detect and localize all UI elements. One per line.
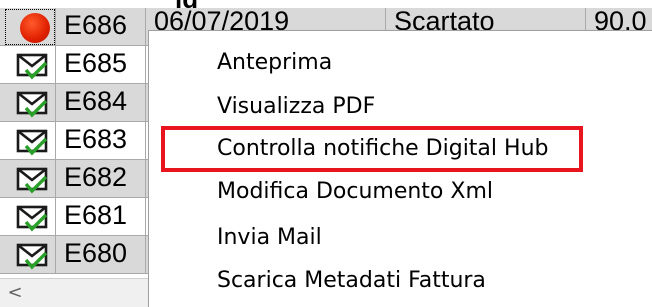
id-cell[interactable]: E685 bbox=[56, 46, 146, 84]
context-menu: Anteprima Visualizza PDF Controlla notif… bbox=[148, 30, 652, 307]
id-cell[interactable]: E680 bbox=[56, 236, 146, 274]
envelope-check-icon bbox=[16, 243, 48, 270]
envelope-check-icon bbox=[16, 167, 48, 194]
envelope-check-icon bbox=[16, 53, 48, 80]
document-id: E680 bbox=[64, 238, 128, 268]
menu-item-invia-mail[interactable]: Invia Mail bbox=[149, 220, 629, 256]
scroll-left-arrow-icon[interactable]: < bbox=[2, 281, 28, 305]
document-id: E686 bbox=[64, 10, 128, 40]
status-cell[interactable] bbox=[4, 198, 56, 236]
document-id: E681 bbox=[64, 200, 128, 230]
status-cell[interactable] bbox=[4, 122, 56, 160]
id-cell[interactable]: E682 bbox=[56, 160, 146, 198]
document-id: E683 bbox=[64, 124, 128, 154]
status-cell[interactable] bbox=[4, 84, 56, 122]
id-cell[interactable]: E686 bbox=[56, 8, 146, 46]
document-id: E684 bbox=[64, 86, 128, 116]
status-cell[interactable] bbox=[4, 8, 56, 46]
menu-item-visualizza-pdf[interactable]: Visualizza PDF bbox=[149, 89, 629, 125]
envelope-check-icon bbox=[16, 91, 48, 118]
envelope-check-icon bbox=[16, 129, 48, 156]
document-id: E682 bbox=[64, 162, 128, 192]
envelope-check-icon bbox=[16, 205, 48, 232]
status-cell[interactable] bbox=[4, 236, 56, 274]
id-cell[interactable]: E683 bbox=[56, 122, 146, 160]
id-cell[interactable]: E681 bbox=[56, 198, 146, 236]
menu-item-anteprima[interactable]: Anteprima bbox=[149, 45, 629, 81]
menu-item-scarica-metadati[interactable]: Scarica Metadati Fattura bbox=[149, 263, 629, 299]
column-header-fragment: ig bbox=[0, 0, 652, 8]
header-text: ig bbox=[175, 0, 198, 8]
menu-item-modifica-xml[interactable]: Modifica Documento Xml bbox=[149, 174, 629, 210]
highlight-annotation bbox=[161, 126, 583, 172]
id-cell[interactable]: E684 bbox=[56, 84, 146, 122]
document-id: E685 bbox=[64, 48, 128, 78]
red-dot-icon bbox=[20, 13, 50, 43]
status-cell[interactable] bbox=[4, 160, 56, 198]
status-cell[interactable] bbox=[4, 46, 56, 84]
